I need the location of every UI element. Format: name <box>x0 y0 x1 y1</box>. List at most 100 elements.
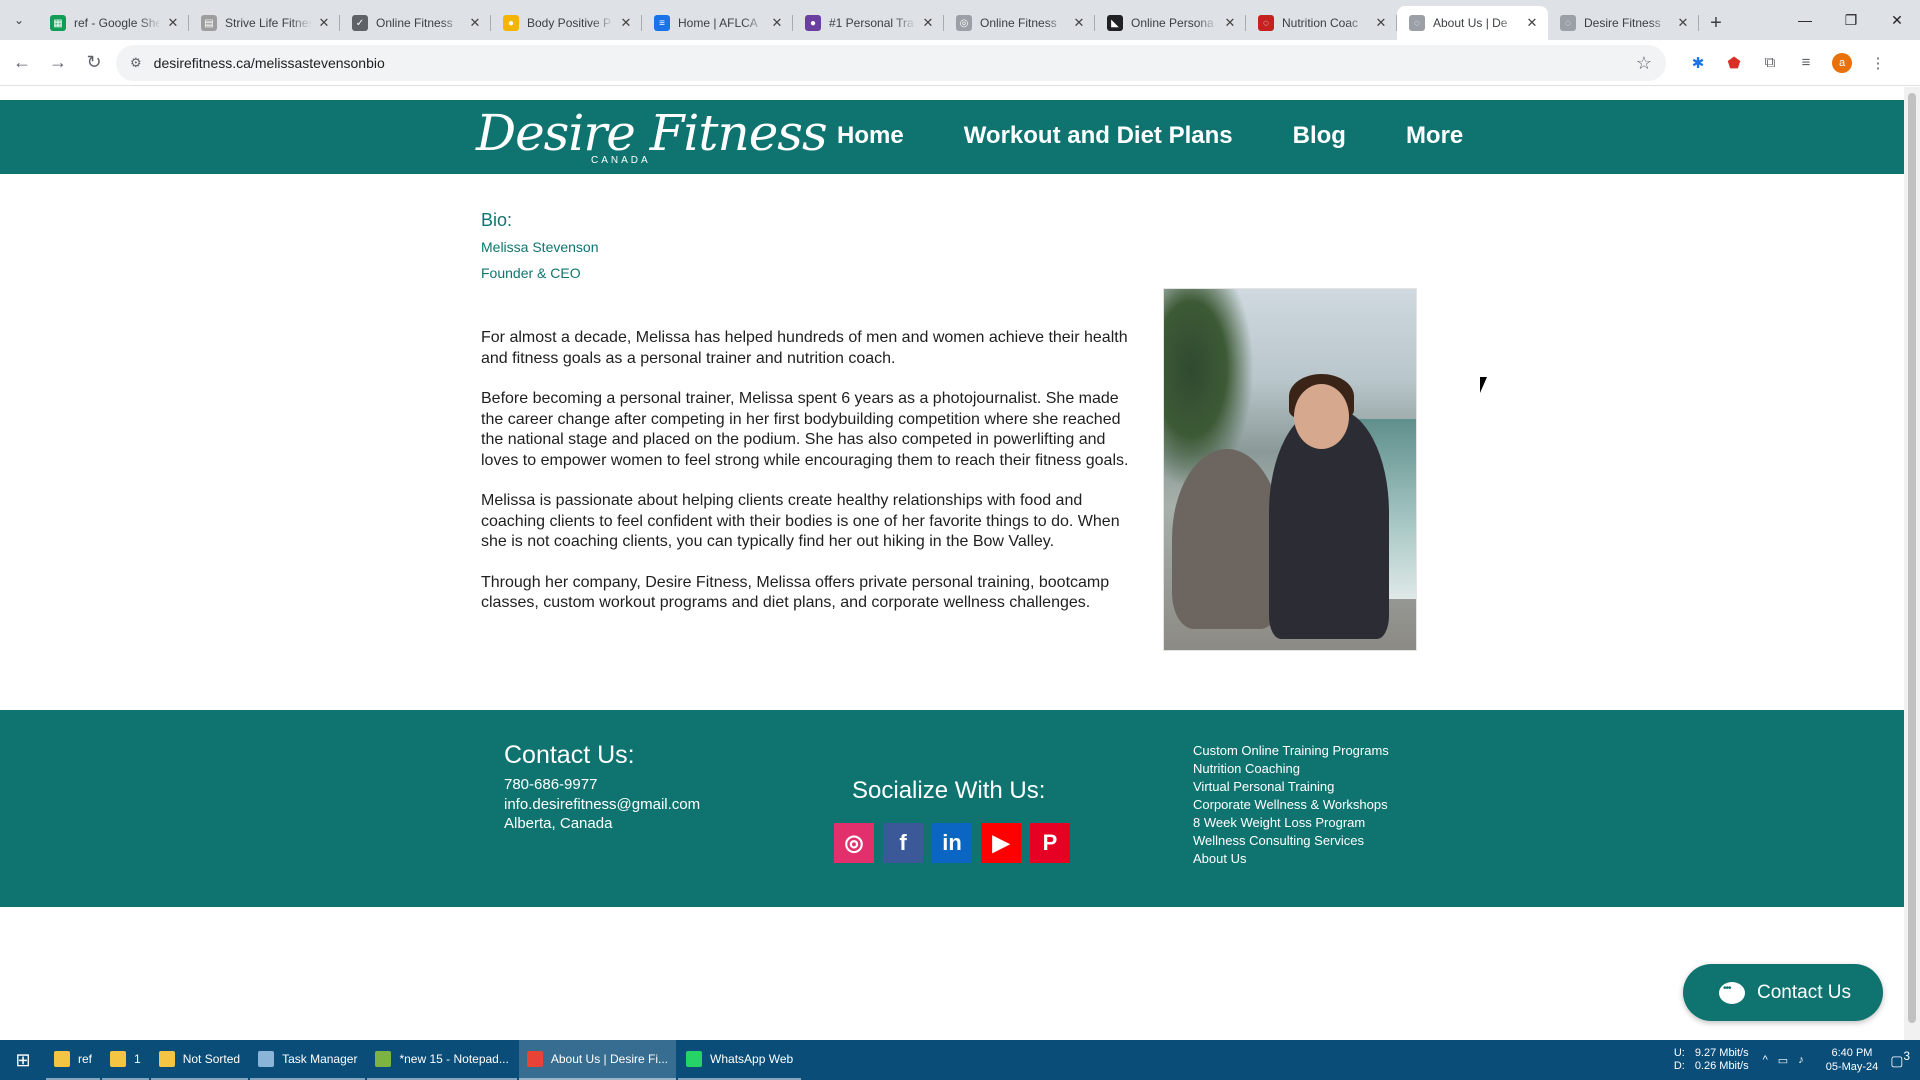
tab-close-icon[interactable]: ✕ <box>1675 15 1691 31</box>
footer-link[interactable]: Nutrition Coaching <box>1193 760 1389 778</box>
browser-menu-icon[interactable]: ⋮ <box>1860 45 1896 81</box>
site-nav: Home Workout and Diet Plans Blog More <box>837 122 1523 150</box>
clock[interactable]: 6:40 PM 05-May-24 <box>1826 1046 1879 1074</box>
tab-close-icon[interactable]: ✕ <box>1222 15 1238 31</box>
tab-favicon-icon: ✓ <box>352 15 368 31</box>
close-window-button[interactable]: ✕ <box>1874 0 1920 40</box>
footer-link[interactable]: Corporate Wellness & Workshops <box>1193 796 1389 814</box>
footer-link[interactable]: Virtual Personal Training <box>1193 778 1389 796</box>
notifications-count: 3 <box>1903 1050 1910 1064</box>
tab-close-icon[interactable]: ✕ <box>1373 15 1389 31</box>
browser-tab[interactable]: ◌ Desire Fitness ✕ <box>1548 6 1699 40</box>
footer-link[interactable]: 8 Week Weight Loss Program <box>1193 814 1389 832</box>
nav-blog[interactable]: Blog <box>1293 122 1346 150</box>
tab-close-icon[interactable]: ✕ <box>467 15 483 31</box>
system-tray: U: D: 9.27 Mbit/s 0.26 Mbit/s ^ ▭ ♪ 6:40… <box>1674 1040 1920 1080</box>
browser-tab[interactable]: ◎ Online Fitness ✕ <box>944 6 1095 40</box>
contact-email[interactable]: info.desirefitness@gmail.com <box>504 796 700 813</box>
forward-button[interactable]: → <box>40 45 76 81</box>
taskbar-item[interactable]: 1 <box>102 1040 149 1080</box>
nav-workout-and-diet-plans[interactable]: Workout and Diet Plans <box>964 122 1233 150</box>
bio-role: Founder & CEO <box>481 265 581 281</box>
pinterest-icon[interactable]: P <box>1030 823 1070 863</box>
social-icons: ◎ f in ▶ P <box>834 823 1070 863</box>
facebook-icon[interactable]: f <box>883 823 923 863</box>
taskbar-item[interactable]: Not Sorted <box>150 1040 249 1080</box>
tab-favicon-icon: ▤ <box>201 15 217 31</box>
notifications-icon[interactable]: ▢3 <box>1890 1050 1910 1070</box>
extension-icon[interactable]: ✱ <box>1680 45 1716 81</box>
taskbar-items: ref 1 Not Sorted Task Manager *new 15 - Note… <box>46 1040 803 1080</box>
page-scrollbar[interactable] <box>1904 87 1920 1040</box>
tab-close-icon[interactable]: ✕ <box>165 15 181 31</box>
browser-tab[interactable]: ▤ Strive Life Fitness ✕ <box>189 6 340 40</box>
browser-tab[interactable]: ◌ About Us | De ✕ <box>1397 6 1548 40</box>
taskbar-item[interactable]: Task Manager <box>250 1040 366 1080</box>
tab-close-icon[interactable]: ✕ <box>1071 15 1087 31</box>
tab-close-icon[interactable]: ✕ <box>1524 15 1540 31</box>
tab-close-icon[interactable]: ✕ <box>920 15 936 31</box>
taskbar-item[interactable]: About Us | Desire Fi... <box>518 1040 677 1080</box>
browser-tab[interactable]: ● Body Positive P ✕ <box>491 6 642 40</box>
window-controls: — ❐ ✕ <box>1782 0 1920 40</box>
new-tab-button[interactable]: + <box>1699 6 1733 40</box>
site-info-icon[interactable]: ⚙ <box>130 55 142 71</box>
tab-search-button[interactable]: ⌄ <box>0 0 38 40</box>
nav-home[interactable]: Home <box>837 122 904 150</box>
browser-tab[interactable]: ◌ Nutrition Coac ✕ <box>1246 6 1397 40</box>
network-icon[interactable]: ▭ <box>1778 1054 1788 1067</box>
footer-link[interactable]: Custom Online Training Programs <box>1193 742 1389 760</box>
taskbar-item-label: Task Manager <box>282 1052 358 1066</box>
browser-tab[interactable]: ▦ ref - Google Sheets ✕ <box>38 6 189 40</box>
tab-close-icon[interactable]: ✕ <box>769 15 785 31</box>
browser-toolbar: ← → ↻ ⚙ desirefitness.ca/melissastevenso… <box>0 40 1920 86</box>
tab-title: ref - Google Sheets <box>74 16 161 30</box>
address-bar[interactable]: ⚙ desirefitness.ca/melissastevensonbio ☆ <box>116 44 1666 81</box>
media-control-icon[interactable]: ≡ <box>1788 45 1824 81</box>
taskbar-item[interactable]: *new 15 - Notepad... <box>367 1040 517 1080</box>
scrollbar-thumb[interactable] <box>1908 93 1916 1023</box>
minimize-button[interactable]: — <box>1782 0 1828 40</box>
tab-title: Desire Fitness <box>1584 16 1661 30</box>
tab-title: Strive Life Fitness <box>225 16 312 30</box>
volume-icon[interactable]: ♪ <box>1798 1054 1804 1066</box>
tab-strip: ⌄ ▦ ref - Google Sheets ✕ ▤ Strive Life Fitn… <box>0 0 1920 40</box>
windows-start-icon[interactable]: ⊞ <box>0 1040 46 1080</box>
url-text: desirefitness.ca/melissastevensonbio <box>153 54 385 71</box>
photo-dog <box>1172 449 1282 629</box>
contact-heading: Contact Us: <box>504 741 635 769</box>
extensions-puzzle-icon[interactable]: ⧉ <box>1752 45 1788 81</box>
browser-tab[interactable]: ✓ Online Fitness ✕ <box>340 6 491 40</box>
site-header: Desire Fitness CANADA Home Workout and D… <box>0 100 1904 174</box>
restore-button[interactable]: ❐ <box>1828 0 1874 40</box>
reload-button[interactable]: ↻ <box>76 45 112 81</box>
linkedin-icon[interactable]: in <box>932 823 972 863</box>
taskbar-item[interactable]: ref <box>46 1040 101 1080</box>
contact-phone[interactable]: 780-686-9977 <box>504 776 597 793</box>
browser-tab[interactable]: ● #1 Personal Tra ✕ <box>793 6 944 40</box>
tray-overflow-icon[interactable]: ^ <box>1763 1054 1768 1066</box>
shield-extension-icon[interactable]: ⬟ <box>1716 45 1752 81</box>
logo-script-text: Desire Fitness <box>476 104 828 162</box>
tab-title: Home | AFLCA <box>678 16 758 30</box>
site-logo[interactable]: Desire Fitness CANADA <box>476 100 828 174</box>
footer-link[interactable]: About Us <box>1193 850 1389 868</box>
footer-link[interactable]: Wellness Consulting Services <box>1193 832 1389 850</box>
tab-close-icon[interactable]: ✕ <box>618 15 634 31</box>
browser-tab[interactable]: ≡ Home | AFLCA ✕ <box>642 6 793 40</box>
taskbar-item[interactable]: WhatsApp Web <box>678 1040 802 1080</box>
chat-bubble-icon <box>1719 981 1745 1004</box>
tab-favicon-icon: ● <box>503 15 519 31</box>
tab-favicon-icon: ◌ <box>1409 15 1425 31</box>
bio-photo <box>1163 288 1417 651</box>
contact-us-chat-button[interactable]: Contact Us <box>1683 964 1883 1021</box>
profile-avatar[interactable]: a <box>1824 45 1860 81</box>
browser-tab[interactable]: ◣ Online Persona ✕ <box>1095 6 1246 40</box>
youtube-icon[interactable]: ▶ <box>981 823 1021 863</box>
instagram-icon[interactable]: ◎ <box>834 823 874 863</box>
tab-close-icon[interactable]: ✕ <box>316 15 332 31</box>
tab-favicon-icon: ◎ <box>956 15 972 31</box>
nav-more[interactable]: More <box>1406 122 1463 150</box>
bookmark-star-icon[interactable]: ☆ <box>1636 53 1652 74</box>
back-button[interactable]: ← <box>4 45 40 81</box>
